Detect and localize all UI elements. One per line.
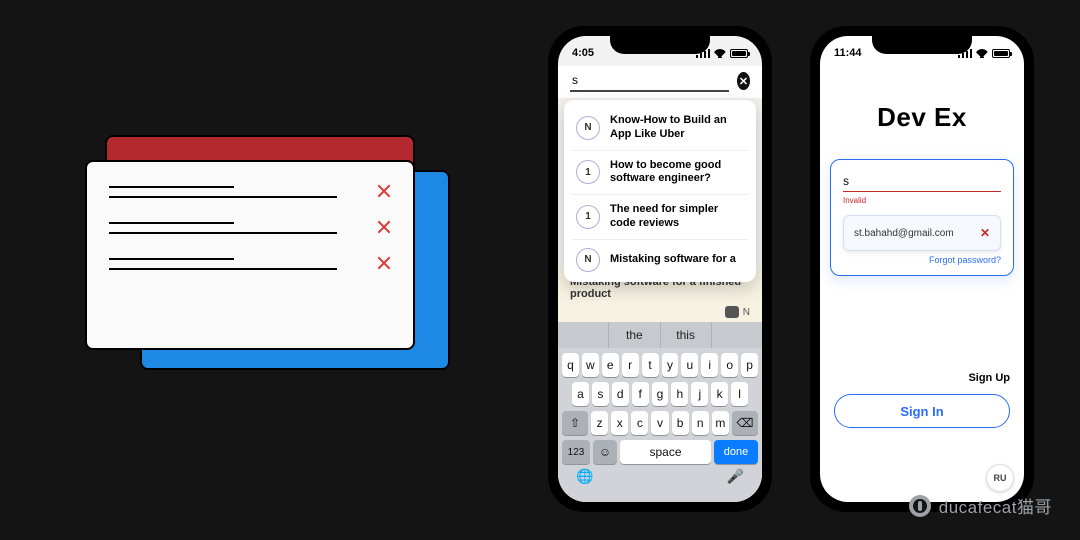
phone-devex-signin: 11:44 Dev Ex Invalid st.bahahd@gmail.com… <box>810 26 1034 512</box>
wifi-icon <box>976 49 988 58</box>
item-title: Mistaking software for a <box>610 253 736 267</box>
key-q[interactable]: q <box>562 353 579 377</box>
language-toggle[interactable]: RU <box>986 464 1014 492</box>
hint-row <box>109 184 391 198</box>
hint-row <box>109 220 391 234</box>
kb-suggestion[interactable] <box>558 322 609 348</box>
key-i[interactable]: i <box>701 353 718 377</box>
app-title: Dev Ex <box>820 102 1024 133</box>
overlay-hints-illustration <box>85 135 455 375</box>
search-header: ✕ <box>558 66 762 98</box>
ios-keyboard: the this qwertyuiop asdfghjkl ⇧zxcvbnm⌫ … <box>558 322 762 502</box>
search-dropdown: N Know-How to Build an App Like Uber 1 H… <box>564 100 756 282</box>
key-123[interactable]: 123 <box>562 440 590 464</box>
dropdown-item[interactable]: N Mistaking software for a <box>572 240 748 280</box>
key-e[interactable]: e <box>602 353 619 377</box>
close-icon[interactable] <box>377 220 391 234</box>
item-title: The need for simpler code reviews <box>610 203 744 231</box>
sign-up-link[interactable]: Sign Up <box>820 372 1010 384</box>
key-x[interactable]: x <box>611 411 628 435</box>
key-c[interactable]: c <box>631 411 648 435</box>
hint-row <box>109 256 391 270</box>
email-suggestion[interactable]: st.bahahd@gmail.com ✕ <box>843 215 1001 251</box>
kb-suggestion[interactable] <box>712 322 762 348</box>
dropdown-item[interactable]: 1 The need for simpler code reviews <box>572 195 748 240</box>
key-shift[interactable]: ⇧ <box>562 411 588 435</box>
phone-search-dropdown: 4:05 ✕ N 1 1 1 N Know-How to Build an Ap… <box>548 26 772 512</box>
key-h[interactable]: h <box>671 382 688 406</box>
key-y[interactable]: y <box>662 353 679 377</box>
login-card: Invalid st.bahahd@gmail.com ✕ Forgot pas… <box>830 159 1014 276</box>
key-done[interactable]: done <box>714 440 758 464</box>
key-k[interactable]: k <box>711 382 728 406</box>
key-d[interactable]: d <box>612 382 629 406</box>
watermark-text: ducafecat猫哥 <box>939 493 1052 518</box>
globe-icon[interactable]: 🌐 <box>576 468 593 485</box>
watermark-logo-icon <box>909 495 931 517</box>
dropdown-item[interactable]: 1 How to become good software engineer? <box>572 151 748 196</box>
key-t[interactable]: t <box>642 353 659 377</box>
item-badge: 1 <box>576 160 600 184</box>
item-title: Know-How to Build an App Like Uber <box>610 114 744 142</box>
clear-search-button[interactable]: ✕ <box>737 72 750 90</box>
key-a[interactable]: a <box>572 382 589 406</box>
key-backspace[interactable]: ⌫ <box>732 411 758 435</box>
close-icon[interactable] <box>377 256 391 270</box>
comment-icon <box>725 306 739 318</box>
status-time: 11:44 <box>834 47 862 59</box>
key-v[interactable]: v <box>651 411 668 435</box>
field-error: Invalid <box>843 196 1001 205</box>
overlay-card <box>85 160 415 350</box>
key-m[interactable]: m <box>712 411 729 435</box>
dropdown-item[interactable]: N Know-How to Build an App Like Uber <box>572 106 748 151</box>
key-emoji[interactable]: ☺ <box>593 440 617 464</box>
item-badge: N <box>576 116 600 140</box>
status-time: 4:05 <box>572 47 594 59</box>
kb-suggestion[interactable]: the <box>609 322 660 348</box>
watermark: ducafecat猫哥 <box>909 493 1052 518</box>
results-area: N 1 1 1 N Know-How to Build an App Like … <box>558 98 762 322</box>
item-badge: N <box>576 248 600 272</box>
sign-in-button[interactable]: Sign In <box>834 394 1010 428</box>
mic-icon[interactable]: 🎤 <box>727 468 744 485</box>
forgot-password-link[interactable]: Forgot password? <box>843 255 1001 265</box>
notch <box>610 36 710 54</box>
notch <box>872 36 972 54</box>
keyboard-suggestions: the this <box>558 322 762 348</box>
search-input[interactable] <box>570 70 729 92</box>
key-b[interactable]: b <box>672 411 689 435</box>
item-title: How to become good software engineer? <box>610 159 744 187</box>
key-o[interactable]: o <box>721 353 738 377</box>
kb-suggestion[interactable]: this <box>661 322 712 348</box>
wifi-icon <box>714 49 726 58</box>
battery-icon <box>992 49 1010 58</box>
key-z[interactable]: z <box>591 411 608 435</box>
key-l[interactable]: l <box>731 382 748 406</box>
key-u[interactable]: u <box>681 353 698 377</box>
key-space[interactable]: space <box>620 440 711 464</box>
key-s[interactable]: s <box>592 382 609 406</box>
key-n[interactable]: n <box>692 411 709 435</box>
key-j[interactable]: j <box>691 382 708 406</box>
key-r[interactable]: r <box>622 353 639 377</box>
email-field[interactable] <box>843 172 1001 192</box>
item-badge: 1 <box>576 205 600 229</box>
key-p[interactable]: p <box>741 353 758 377</box>
close-icon[interactable] <box>377 184 391 198</box>
dismiss-suggestion-icon[interactable]: ✕ <box>980 226 990 240</box>
key-w[interactable]: w <box>582 353 599 377</box>
key-f[interactable]: f <box>632 382 649 406</box>
battery-icon <box>730 49 748 58</box>
suggestion-text: st.bahahd@gmail.com <box>854 228 954 239</box>
key-g[interactable]: g <box>652 382 669 406</box>
